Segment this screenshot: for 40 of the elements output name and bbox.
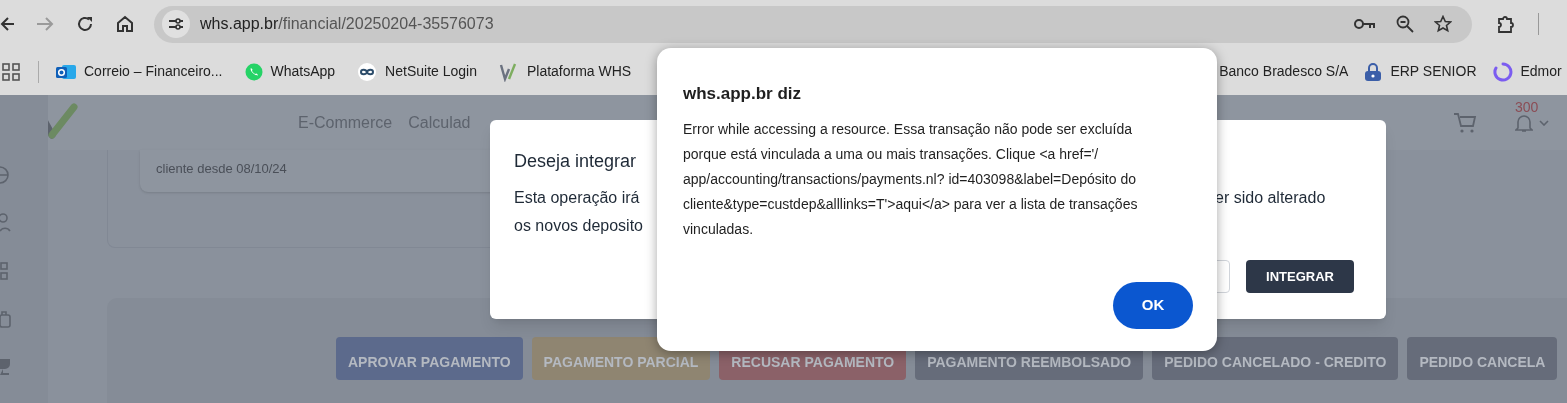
ok-button[interactable]: OK: [1113, 282, 1193, 329]
apps-grid-icon[interactable]: [2, 62, 20, 81]
dialog-title: Deseja integrar: [514, 150, 637, 173]
home-icon[interactable]: [116, 15, 134, 33]
customer-since-text: cliente desde 08/10/24: [156, 161, 287, 176]
infinity-icon: [357, 62, 378, 81]
bookmark[interactable]: WhatsApp: [244, 61, 336, 82]
bookmark[interactable]: Correio – Financeiro...: [56, 61, 223, 82]
bell-icon[interactable]: [1515, 112, 1533, 133]
check-logo-icon: [498, 61, 519, 82]
bookmark[interactable]: NetSuite Login: [357, 61, 477, 82]
reload-icon[interactable]: [76, 15, 94, 33]
star-icon[interactable]: [1434, 15, 1452, 33]
pie-chart-icon[interactable]: [0, 165, 12, 185]
bookmark[interactable]: Banco Bradesco S/A: [1219, 61, 1349, 82]
notification-count: 300: [1515, 97, 1539, 117]
ring-icon: [1492, 61, 1513, 82]
integrate-button[interactable]: INTEGRAR: [1246, 260, 1354, 293]
dialog-text: Esta operação irá: [514, 188, 641, 208]
lock-icon: [1364, 61, 1383, 82]
users-icon[interactable]: [0, 213, 12, 233]
extensions-icon[interactable]: [1496, 14, 1516, 34]
chevron-down-icon[interactable]: [1539, 119, 1549, 126]
cart-icon[interactable]: [1453, 111, 1477, 134]
chat-bubble-icon: [244, 62, 263, 81]
back-icon[interactable]: [0, 15, 14, 33]
key-icon[interactable]: [1354, 18, 1376, 30]
dialog-text: os novos deposito: [514, 216, 643, 236]
alert-message: Error while accessing a resource. Essa transação não pode ser excluída porque está vinculada a uma ou mais transações. Clique <a href='/ app/accounting/transactions/payments.nl? id=403098&label=Depósito do cliente&type=custdep&alllinks=T'>aqui</a> para ver a lista de transações vinculadas.: [683, 120, 1139, 239]
zoom-out-icon[interactable]: [1396, 15, 1414, 33]
briefcase-icon[interactable]: [0, 309, 12, 329]
site-settings-icon[interactable]: [162, 10, 190, 38]
url-text: whs.app.br/financial/20250204-35576073: [200, 14, 494, 34]
bookmark[interactable]: Edmor: [1492, 61, 1562, 82]
alert-title: whs.app.br diz: [683, 83, 802, 105]
bookmark[interactable]: ERP SENIOR: [1364, 61, 1477, 82]
address-bar[interactable]: whs.app.br/financial/20250204-35576073: [154, 5, 1472, 43]
mail-app-icon: [56, 62, 76, 81]
trophy-icon[interactable]: [0, 357, 12, 377]
bookmark[interactable]: Plataforma WHS: [498, 61, 632, 82]
